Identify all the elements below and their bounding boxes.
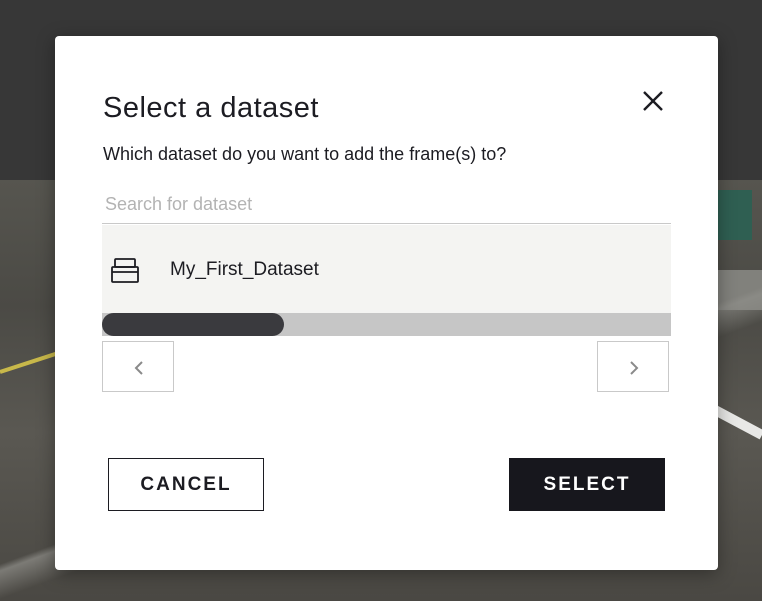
cancel-button[interactable]: CANCEL (108, 458, 264, 511)
dataset-list: My_First_Dataset (102, 225, 671, 313)
chevron-left-icon (134, 361, 143, 375)
chevron-right-icon (630, 361, 639, 375)
close-icon (643, 91, 663, 111)
previous-page-button[interactable] (102, 341, 174, 392)
dataset-search-input[interactable] (102, 186, 671, 224)
database-icon (111, 258, 139, 283)
lane-marking-left (0, 351, 58, 374)
close-button[interactable] (639, 87, 667, 115)
dataset-list-item[interactable]: My_First_Dataset (102, 225, 671, 313)
dataset-name: My_First_Dataset (170, 259, 319, 280)
select-dataset-dialog: Select a dataset Which dataset do you wa… (55, 36, 718, 570)
dialog-title: Select a dataset (103, 92, 319, 124)
horizontal-scrollbar[interactable] (102, 313, 671, 336)
select-button[interactable]: SELECT (509, 458, 665, 511)
scrollbar-thumb[interactable] (102, 313, 285, 336)
dialog-subtitle: Which dataset do you want to add the fra… (103, 144, 507, 164)
next-page-button[interactable] (597, 341, 669, 392)
